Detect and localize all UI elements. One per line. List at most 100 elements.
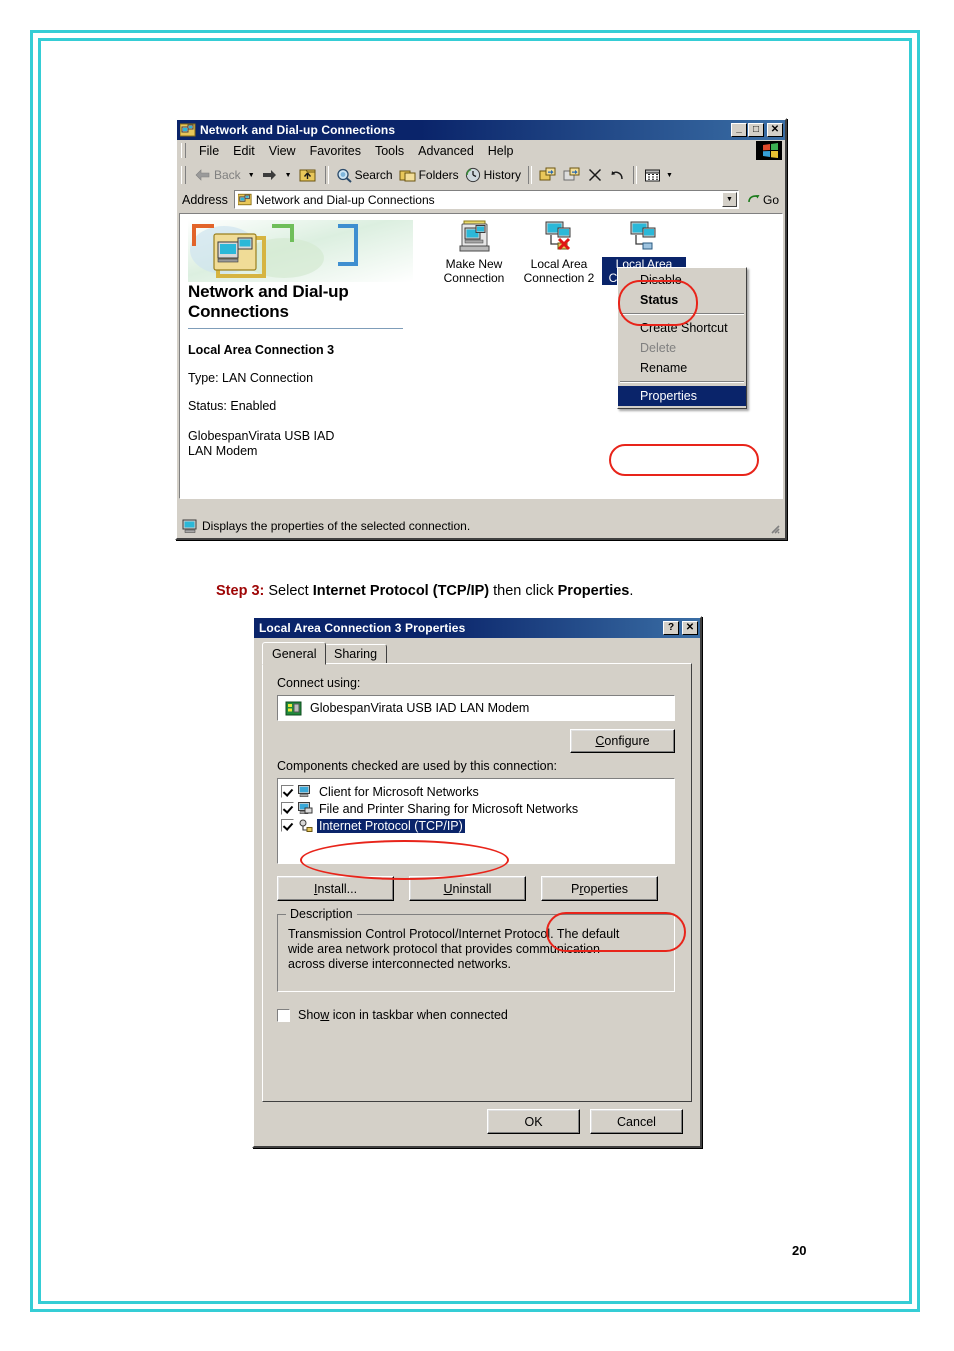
back-button[interactable]: Back [191, 167, 244, 183]
menubar: File Edit View Favorites Tools Advanced … [177, 140, 785, 162]
toolbar-grip[interactable] [181, 166, 186, 184]
adapter-name: GlobespanVirata USB IAD LAN Modem [310, 701, 530, 715]
component-checkbox[interactable] [281, 819, 294, 832]
component-properties-button[interactable]: Properties [541, 876, 658, 901]
resize-grip-icon[interactable] [768, 522, 780, 534]
context-menu-separator-1 [620, 313, 744, 315]
delete-button[interactable] [584, 166, 606, 184]
connection-tile-label: Local Area Connection 2 [523, 257, 595, 285]
forward-dropdown-icon[interactable]: ▼ [285, 172, 292, 179]
forward-button[interactable] [258, 167, 281, 183]
tab-sharing[interactable]: Sharing [324, 644, 388, 665]
go-arrow-icon [748, 195, 760, 203]
address-dropdown-icon[interactable]: ▼ [721, 192, 737, 207]
component-checkbox[interactable] [281, 785, 294, 798]
menu-tools[interactable]: Tools [368, 143, 411, 159]
move-to-button[interactable] [536, 166, 560, 184]
description-line: across diverse interconnected networks. [288, 957, 512, 971]
components-label: Components checked are used by this conn… [277, 759, 558, 773]
views-button[interactable]: ▼ [641, 167, 679, 184]
menu-advanced[interactable]: Advanced [411, 143, 481, 159]
addressbar: Address Network and Dial-up Connections … [177, 188, 785, 211]
help-button[interactable]: ? [663, 621, 679, 635]
uninstall-label: Uninstall [443, 881, 492, 896]
windows-logo-icon [756, 141, 782, 160]
menu-favorites[interactable]: Favorites [303, 143, 368, 159]
step-text-b: then click [489, 583, 558, 599]
description-group: Description Transmission Control Protoco… [277, 907, 675, 992]
statusbar-computer-icon [182, 519, 197, 533]
views-dropdown-icon[interactable]: ▼ [666, 172, 673, 179]
panel-divider [188, 328, 403, 329]
views-icon [644, 169, 660, 181]
banner-graphic [188, 220, 418, 282]
go-label: Go [762, 192, 779, 207]
minimize-button[interactable]: _ [731, 123, 747, 137]
panel-device: GlobespanVirata USB IAD LAN Modem [188, 429, 335, 458]
search-button[interactable]: Search [333, 167, 396, 184]
computer-icon [298, 785, 310, 797]
install-button[interactable]: Install... [277, 876, 394, 901]
connection-tile-make-new[interactable]: Make New Connection [432, 220, 516, 285]
step-number: Step 3: [216, 583, 265, 599]
description-group-title: Description [286, 907, 357, 921]
description-line: Transmission Control Protocol/Internet P… [288, 927, 620, 941]
context-menu-item-rename[interactable]: Rename [618, 358, 746, 378]
history-button[interactable]: History [462, 166, 524, 184]
component-row-tcpip[interactable]: Internet Protocol (TCP/IP) [278, 817, 674, 834]
info-panel: Network and Dial-up Connections Local Ar… [188, 220, 418, 459]
configure-button[interactable]: CConfigureonfigure [570, 729, 675, 753]
ok-button[interactable]: OK [487, 1109, 580, 1134]
toolbar-separator-2 [527, 166, 532, 184]
folders-button[interactable]: Folders [396, 167, 462, 184]
show-icon-checkbox-row[interactable]: Show icon in taskbar when connected [277, 1008, 508, 1022]
dialog-close-button[interactable]: ✕ [682, 621, 698, 635]
make-new-connection-icon [459, 220, 490, 252]
close-button[interactable]: ✕ [767, 123, 783, 137]
menu-edit[interactable]: Edit [226, 143, 262, 159]
context-menu-item-status[interactable]: Status [618, 290, 746, 310]
panel-heading: Network and Dial-up Connections [188, 282, 349, 321]
connection-tile-lac2[interactable]: Local Area Connection 2 [517, 220, 601, 285]
context-menu-item-disable[interactable]: Disable [618, 270, 746, 290]
description-line: wide area network protocol that provides… [288, 942, 600, 956]
search-icon [336, 168, 352, 183]
back-dropdown-icon[interactable]: ▼ [248, 172, 255, 179]
show-icon-checkbox[interactable] [277, 1008, 290, 1022]
component-checkbox[interactable] [281, 802, 294, 815]
up-button[interactable] [295, 166, 321, 185]
undo-button[interactable] [606, 166, 629, 184]
install-label: Install... [313, 881, 358, 896]
copy-to-button[interactable] [560, 166, 584, 184]
menu-help[interactable]: Help [481, 143, 521, 159]
computer-icon [298, 802, 313, 814]
page-number: 20 [792, 1243, 807, 1258]
menu-file[interactable]: File [192, 143, 226, 159]
back-arrow-icon [195, 169, 210, 181]
menu-view[interactable]: View [262, 143, 303, 159]
component-row-file-printer[interactable]: File and Printer Sharing for Microsoft N… [278, 800, 674, 817]
context-menu-item-create-shortcut[interactable]: Create Shortcut [618, 318, 746, 338]
components-list[interactable]: Client for Microsoft Networks File and P… [277, 778, 675, 864]
tab-general[interactable]: General [262, 642, 327, 665]
address-folder-icon [237, 193, 252, 206]
window-title: Network and Dial-up Connections [200, 123, 396, 137]
step-bold-a: Internet Protocol (TCP/IP) [312, 583, 490, 599]
panel-status: Status: Enabled [188, 399, 277, 413]
address-value: Network and Dial-up Connections [255, 192, 435, 207]
go-button[interactable]: Go [741, 193, 785, 207]
address-label: Address [182, 192, 228, 207]
toolbar-separator-1 [324, 166, 329, 184]
dialog-title: Local Area Connection 3 Properties [259, 621, 466, 635]
context-menu-item-properties[interactable]: Properties [618, 386, 746, 406]
uninstall-button[interactable]: Uninstall [409, 876, 526, 901]
address-input[interactable]: Network and Dial-up Connections ▼ [233, 190, 739, 209]
maximize-button[interactable]: □ [748, 123, 764, 137]
menubar-grip[interactable] [181, 143, 186, 158]
component-properties-label: Properties [571, 881, 628, 896]
local-area-connection-icon [630, 221, 656, 250]
step-text-c: . [629, 583, 634, 599]
component-row-client[interactable]: Client for Microsoft Networks [278, 783, 674, 800]
cancel-button[interactable]: Cancel [590, 1109, 683, 1134]
protocol-icon [299, 819, 313, 832]
